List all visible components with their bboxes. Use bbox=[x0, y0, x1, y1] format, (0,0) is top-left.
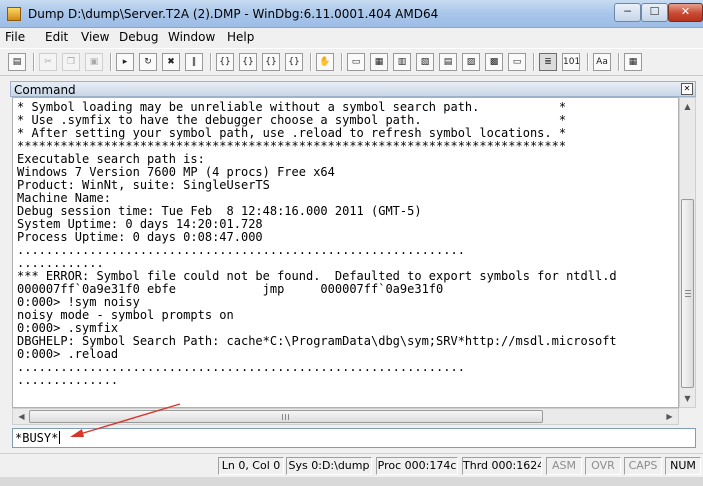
menu-file[interactable]: File bbox=[5, 30, 25, 44]
command-panel-title-bar: Command ✕ bbox=[10, 81, 696, 97]
toolbar-separator bbox=[33, 53, 35, 71]
thumb-grip bbox=[288, 414, 289, 420]
status-position: Ln 0, Col 0 bbox=[218, 457, 284, 475]
thumb-grip bbox=[685, 290, 691, 291]
toolbar: ▤ ✂ ❐ ▣ ▸ ↻ ✖ ‖ {} {} {} {} ✋ ▭ ▦ ▥ ▧ ▤ ▨ ▩ ▭ ≣ 101 Aa ▦ bbox=[0, 48, 703, 76]
thumb-grip bbox=[285, 414, 286, 420]
command-panel-title: Command bbox=[14, 83, 76, 97]
windbg-app-icon[interactable] bbox=[7, 7, 21, 21]
menu-bar: File Edit View Debug Window Help bbox=[0, 28, 703, 48]
toolbar-separator bbox=[618, 53, 620, 71]
locals-window-icon[interactable]: ▥ bbox=[393, 53, 411, 71]
step-over-icon[interactable]: {} bbox=[239, 53, 257, 71]
vertical-scrollbar[interactable]: ▲ ▼ bbox=[679, 97, 696, 408]
paste-icon[interactable]: ▣ bbox=[85, 53, 103, 71]
scroll-left-arrow-icon[interactable]: ◀ bbox=[14, 410, 29, 423]
command-input-value: *BUSY* bbox=[15, 431, 59, 445]
registers-window-icon[interactable]: ▧ bbox=[416, 53, 434, 71]
scroll-corner bbox=[679, 408, 696, 425]
menu-help[interactable]: Help bbox=[227, 30, 254, 44]
step-into-icon[interactable]: {} bbox=[216, 53, 234, 71]
disassembly-window-icon[interactable]: ▩ bbox=[485, 53, 503, 71]
stop-debugging-icon[interactable]: ✖ bbox=[162, 53, 180, 71]
status-caps: CAPS bbox=[624, 457, 662, 475]
command-input[interactable]: *BUSY* bbox=[12, 428, 696, 448]
scroll-down-arrow-icon[interactable]: ▼ bbox=[681, 391, 694, 406]
font-icon[interactable]: Aa bbox=[593, 53, 611, 71]
watch-window-icon[interactable]: ▦ bbox=[370, 53, 388, 71]
hex-mode-icon[interactable]: 101 bbox=[562, 53, 580, 71]
status-asm: ASM bbox=[546, 457, 582, 475]
step-out-icon[interactable]: {} bbox=[262, 53, 280, 71]
insert-breakpoint-icon[interactable]: ✋ bbox=[316, 53, 334, 71]
toolbar-separator bbox=[210, 53, 212, 71]
cut-icon[interactable]: ✂ bbox=[39, 53, 57, 71]
output-line: .............. bbox=[17, 373, 119, 387]
toolbar-separator bbox=[110, 53, 112, 71]
go-icon[interactable]: ▸ bbox=[116, 53, 134, 71]
menu-edit[interactable]: Edit bbox=[45, 30, 68, 44]
status-thrd: Thrd 000:1624 bbox=[462, 457, 542, 475]
copy-icon[interactable]: ❐ bbox=[62, 53, 80, 71]
command-output[interactable]: * Symbol loading may be unreliable witho… bbox=[12, 97, 679, 408]
window-bottom-border bbox=[0, 477, 703, 486]
call-stack-window-icon[interactable]: ▨ bbox=[462, 53, 480, 71]
open-icon[interactable]: ▤ bbox=[8, 53, 26, 71]
memory-window-icon[interactable]: ▤ bbox=[439, 53, 457, 71]
run-to-cursor-icon[interactable]: {} bbox=[285, 53, 303, 71]
toolbar-separator bbox=[310, 53, 312, 71]
menu-window[interactable]: Window bbox=[168, 30, 215, 44]
window-title: Dump D:\dump\Server.T2A (2).DMP - WinDbg… bbox=[28, 7, 439, 21]
text-caret bbox=[59, 431, 61, 444]
status-ovr: OVR bbox=[585, 457, 621, 475]
command-window-icon[interactable]: ▭ bbox=[347, 53, 365, 71]
horizontal-scroll-thumb[interactable] bbox=[29, 410, 543, 423]
restart-icon[interactable]: ↻ bbox=[139, 53, 157, 71]
minimize-button[interactable]: ─ bbox=[614, 3, 641, 22]
close-button[interactable]: ✕ bbox=[668, 3, 703, 22]
source-mode-icon[interactable]: ≣ bbox=[539, 53, 557, 71]
status-proc: Proc 000:174c bbox=[376, 457, 458, 475]
horizontal-scrollbar[interactable]: ◀ ▶ bbox=[12, 408, 679, 425]
title-bar: Dump D:\dump\Server.T2A (2).DMP - WinDbg… bbox=[0, 0, 703, 28]
maximize-button[interactable]: ☐ bbox=[641, 3, 668, 22]
toolbar-separator bbox=[341, 53, 343, 71]
break-icon[interactable]: ‖ bbox=[185, 53, 203, 71]
status-sys: Sys 0:D:\dump bbox=[286, 457, 372, 475]
thumb-grip bbox=[282, 414, 283, 420]
thumb-grip bbox=[685, 296, 691, 297]
toolbar-separator bbox=[587, 53, 589, 71]
options-icon[interactable]: ▦ bbox=[624, 53, 642, 71]
scroll-up-arrow-icon[interactable]: ▲ bbox=[681, 99, 694, 114]
status-bar: Ln 0, Col 0 Sys 0:D:\dump Proc 000:174c … bbox=[0, 453, 703, 477]
scratch-pad-icon[interactable]: ▭ bbox=[508, 53, 526, 71]
panel-close-icon[interactable]: ✕ bbox=[681, 83, 693, 95]
status-num: NUM bbox=[665, 457, 701, 475]
vertical-scroll-thumb[interactable] bbox=[681, 199, 694, 388]
thumb-grip bbox=[685, 293, 691, 294]
menu-view[interactable]: View bbox=[81, 30, 109, 44]
menu-debug[interactable]: Debug bbox=[119, 30, 158, 44]
toolbar-separator bbox=[533, 53, 535, 71]
scroll-right-arrow-icon[interactable]: ▶ bbox=[662, 410, 677, 423]
